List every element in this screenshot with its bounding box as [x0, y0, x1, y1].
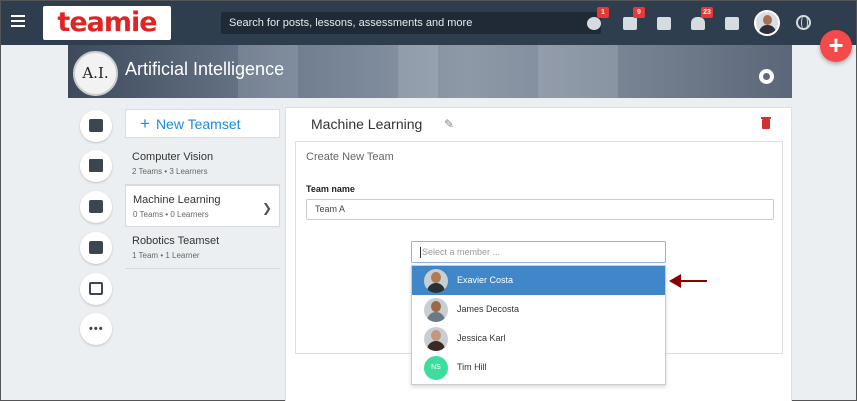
member-search-input[interactable]: Select a member ...: [411, 241, 666, 263]
annotation-arrow-icon: [669, 274, 707, 288]
teamset-meta: 0 Teams • 0 Learners: [133, 210, 209, 219]
posts-icon[interactable]: 9: [621, 7, 645, 33]
team-name-input[interactable]: Team A: [306, 199, 774, 220]
member-option-jessica-karl[interactable]: Jessica Karl: [412, 324, 665, 353]
more-dots-icon: •••: [89, 323, 104, 335]
member-name: Exavier Costa: [457, 275, 514, 285]
folder-icon: [89, 159, 103, 172]
monitor-icon: [89, 282, 103, 295]
newsfeed-nav-button[interactable]: [80, 110, 112, 142]
teamset-name: Computer Vision: [132, 151, 214, 163]
teamset-item-computer-vision[interactable]: Computer Vision 2 Teams • 3 Learners: [125, 143, 280, 185]
classroom-logo: A.I.: [73, 51, 118, 96]
avatar-initials: NS: [424, 356, 448, 380]
menu-icon[interactable]: [11, 15, 25, 27]
member-option-exavier-costa[interactable]: Exavier Costa: [412, 266, 665, 295]
teamset-name: Robotics Teamset: [132, 235, 220, 247]
calendar-icon[interactable]: [655, 13, 673, 33]
team-name-label: Team name: [306, 184, 355, 194]
create-fab-button[interactable]: +: [820, 30, 852, 62]
banner-decoration: [398, 45, 438, 98]
new-teamset-button[interactable]: + New Teamset: [125, 109, 280, 138]
settings-gear-icon[interactable]: [759, 69, 774, 84]
create-team-heading: Create New Team: [306, 151, 394, 163]
dashboard-icon: [89, 241, 103, 254]
banner-decoration: [538, 45, 618, 98]
avatar: [424, 327, 448, 351]
user-avatar[interactable]: [754, 10, 780, 36]
plus-icon: +: [140, 114, 150, 133]
classroom-banner: A.I. Artificial Intelligence: [68, 45, 792, 98]
avatar: [424, 269, 448, 293]
messages-badge: 1: [597, 7, 609, 18]
schedule-nav-button[interactable]: [80, 191, 112, 223]
member-option-james-decosta[interactable]: James Decosta: [412, 295, 665, 324]
presentation-nav-button[interactable]: [80, 273, 112, 305]
more-nav-button[interactable]: •••: [80, 313, 112, 345]
language-globe-icon[interactable]: [796, 15, 811, 30]
global-search-input[interactable]: Search for posts, lessons, assessments a…: [221, 12, 601, 34]
member-search-placeholder: Select a member ...: [422, 247, 501, 257]
member-name: James Decosta: [457, 304, 520, 314]
avatar: [424, 298, 448, 322]
teamset-title: Machine Learning: [311, 116, 423, 132]
classroom-title: Artificial Intelligence: [125, 59, 285, 79]
top-navbar: teamie Search for posts, lessons, assess…: [1, 1, 856, 45]
messages-icon[interactable]: 1: [585, 7, 609, 33]
chevron-right-icon: ❯: [261, 201, 272, 215]
teamie-logo[interactable]: teamie: [43, 6, 171, 40]
new-teamset-label: New Teamset: [155, 116, 241, 132]
notifications-badge: 23: [701, 7, 713, 18]
delete-trash-icon[interactable]: [761, 117, 771, 129]
calendar-clock-icon: [89, 200, 103, 213]
member-name: Tim Hill: [457, 362, 487, 372]
member-name: Jessica Karl: [457, 333, 506, 343]
dashboard-nav-button[interactable]: [80, 232, 112, 264]
materials-nav-button[interactable]: [80, 150, 112, 182]
chat-icon: [89, 119, 103, 132]
edit-pencil-icon[interactable]: ✎: [444, 117, 454, 131]
teamset-meta: 2 Teams • 3 Learners: [132, 167, 208, 176]
text-caret: [420, 247, 421, 259]
teamset-item-robotics[interactable]: Robotics Teamset 1 Team • 1 Learner: [125, 227, 280, 269]
library-icon[interactable]: [723, 13, 741, 33]
member-option-tim-hill[interactable]: NS Tim Hill: [412, 353, 665, 382]
teamset-meta: 1 Team • 1 Learner: [132, 251, 200, 260]
posts-badge: 9: [633, 7, 645, 18]
notifications-bell-icon[interactable]: 23: [689, 7, 713, 33]
teamset-item-machine-learning[interactable]: Machine Learning 0 Teams • 0 Learners ❯: [125, 185, 280, 227]
member-dropdown-list: Exavier Costa James Decosta Jessica Karl…: [411, 265, 666, 385]
teamset-name: Machine Learning: [133, 194, 221, 206]
